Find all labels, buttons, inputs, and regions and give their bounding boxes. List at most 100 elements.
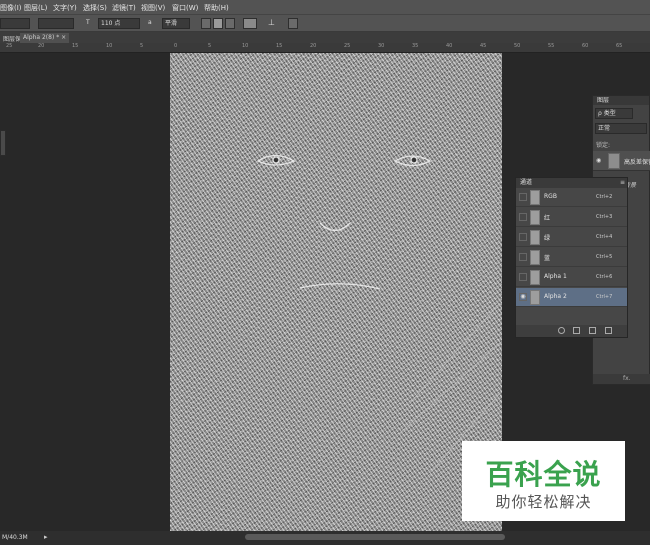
document-tab-bar: 图层保留 Alpha 2(8) * ×: [0, 32, 650, 43]
layer-row-highpass[interactable]: ◉ 高反差保留: [593, 151, 650, 171]
watermark-title: 百科全说: [485, 458, 602, 491]
layer-filter-select[interactable]: ρ 类型: [595, 108, 633, 119]
warp-text-icon[interactable]: ⊥: [268, 18, 275, 27]
channel-shortcut: Ctrl+3: [596, 214, 613, 220]
panels-toggle-button[interactable]: [288, 18, 298, 29]
antialias-icon: a: [148, 19, 152, 26]
align-center-button[interactable]: [213, 18, 223, 29]
eye-icon[interactable]: ◉: [596, 157, 601, 164]
menu-image[interactable]: 图像(I): [0, 3, 22, 13]
visibility-toggle-icon[interactable]: [519, 193, 527, 201]
layers-footer: fx.: [593, 374, 650, 384]
channel-shortcut: Ctrl+6: [596, 274, 613, 280]
status-menu-arrow-icon[interactable]: ▸: [44, 533, 48, 541]
ruler-tick: 10: [106, 43, 113, 49]
ruler-tick: 20: [310, 43, 317, 49]
document-canvas[interactable]: [170, 53, 502, 531]
visibility-toggle-icon[interactable]: [519, 213, 527, 221]
channel-name: Alpha 1: [544, 273, 567, 280]
visibility-toggle-icon[interactable]: [519, 253, 527, 261]
channel-row-blue[interactable]: 蓝 Ctrl+5: [516, 248, 627, 267]
new-channel-icon[interactable]: [589, 327, 596, 334]
font-family-select[interactable]: [0, 18, 30, 29]
tab-alpha2[interactable]: Alpha 2(8) * ×: [20, 33, 70, 43]
watermark-subtitle: 助你轻松解决: [495, 493, 592, 511]
ruler-tick: 65: [616, 43, 623, 49]
channel-name: 蓝: [544, 255, 551, 262]
delete-channel-icon[interactable]: [605, 327, 612, 334]
channel-row-green[interactable]: 绿 Ctrl+4: [516, 228, 627, 247]
ruler-tick: 45: [480, 43, 487, 49]
ruler-tick: 35: [412, 43, 419, 49]
horizontal-scrollbar[interactable]: [245, 534, 505, 540]
eye-icon[interactable]: ◉: [519, 293, 527, 301]
channel-thumbnail: [530, 270, 540, 285]
options-bar: T 110 点 a 平滑 ⊥: [0, 14, 650, 32]
layer-name: 高反差保留: [624, 159, 650, 166]
visibility-toggle-icon[interactable]: [519, 233, 527, 241]
channels-panel: 通道 ≡ RGB Ctrl+2 红 Ctrl+3 绿 Ctrl+4 蓝 Ctrl…: [515, 177, 628, 338]
channel-shortcut: Ctrl+5: [596, 254, 613, 260]
panel-menu-icon[interactable]: ≡: [620, 179, 625, 186]
ruler-tick: 40: [446, 43, 453, 49]
horizontal-ruler: 25 20 15 10 5 0 5 10 15 20 25 30 35 40 4…: [0, 43, 650, 53]
channel-shortcut: Ctrl+7: [596, 294, 613, 300]
menu-select[interactable]: 选择(S): [83, 3, 107, 13]
menu-filter[interactable]: 滤镜(T): [112, 3, 136, 13]
channel-name: RGB: [544, 193, 557, 200]
channel-shortcut: Ctrl+4: [596, 234, 613, 240]
fx-icon[interactable]: fx.: [623, 375, 631, 382]
watermark: 百科全说 助你轻松解决: [462, 441, 625, 521]
channel-name: 绿: [544, 235, 551, 242]
doc-size-readout: M/40.3M: [2, 534, 28, 541]
ruler-tick: 55: [548, 43, 555, 49]
menu-type[interactable]: 文字(Y): [53, 3, 77, 13]
channel-row-alpha2[interactable]: ◉ Alpha 2 Ctrl+7: [516, 288, 627, 307]
antialias-select[interactable]: 平滑: [162, 18, 190, 29]
channel-row-red[interactable]: 红 Ctrl+3: [516, 208, 627, 227]
collapsed-tools-panel[interactable]: [0, 130, 6, 156]
font-style-select[interactable]: [38, 18, 74, 29]
channels-panel-title: 通道: [516, 178, 627, 188]
ruler-tick: 5: [208, 43, 212, 49]
menu-view[interactable]: 视图(V): [141, 3, 165, 13]
ruler-tick: 15: [72, 43, 79, 49]
channel-shortcut: Ctrl+2: [596, 194, 613, 200]
canvas-image: [256, 154, 501, 474]
blend-mode-select[interactable]: 正常: [595, 123, 647, 134]
ruler-tick: 25: [6, 43, 13, 49]
text-color-swatch[interactable]: [243, 18, 257, 29]
font-size-select[interactable]: 110 点: [98, 18, 140, 29]
ruler-tick: 25: [344, 43, 351, 49]
ruler-tick: 20: [38, 43, 45, 49]
channel-thumbnail: [530, 290, 540, 305]
ruler-tick: 0: [174, 43, 178, 49]
align-left-button[interactable]: [201, 18, 211, 29]
channel-row-rgb[interactable]: RGB Ctrl+2: [516, 188, 627, 207]
channel-row-alpha1[interactable]: Alpha 1 Ctrl+6: [516, 268, 627, 287]
menu-bar: 图像(I) 图层(L) 文字(Y) 选择(S) 滤镜(T) 视图(V) 窗口(W…: [0, 0, 650, 14]
channel-thumbnail: [530, 250, 540, 265]
layer-thumbnail: [608, 153, 620, 169]
channel-thumbnail: [530, 230, 540, 245]
menu-window[interactable]: 窗口(W): [172, 3, 198, 13]
ruler-tick: 15: [276, 43, 283, 49]
load-selection-icon[interactable]: [558, 327, 565, 334]
layers-panel-title: 图层: [593, 96, 649, 105]
ruler-tick: 5: [140, 43, 144, 49]
ruler-tick: 30: [378, 43, 385, 49]
save-selection-icon[interactable]: [573, 327, 580, 334]
channel-thumbnail: [530, 190, 540, 205]
menu-help[interactable]: 帮助(H): [204, 3, 229, 13]
font-size-icon: T: [86, 19, 90, 26]
channels-footer: [516, 325, 627, 337]
channel-name: 红: [544, 215, 551, 222]
visibility-toggle-icon[interactable]: [519, 273, 527, 281]
channel-name: Alpha 2: [544, 293, 567, 300]
menu-layer[interactable]: 图层(L): [24, 3, 47, 13]
ruler-tick: 10: [242, 43, 249, 49]
lock-label: 锁定:: [596, 142, 611, 149]
ruler-tick: 60: [582, 43, 589, 49]
ruler-tick: 50: [514, 43, 521, 49]
align-right-button[interactable]: [225, 18, 235, 29]
